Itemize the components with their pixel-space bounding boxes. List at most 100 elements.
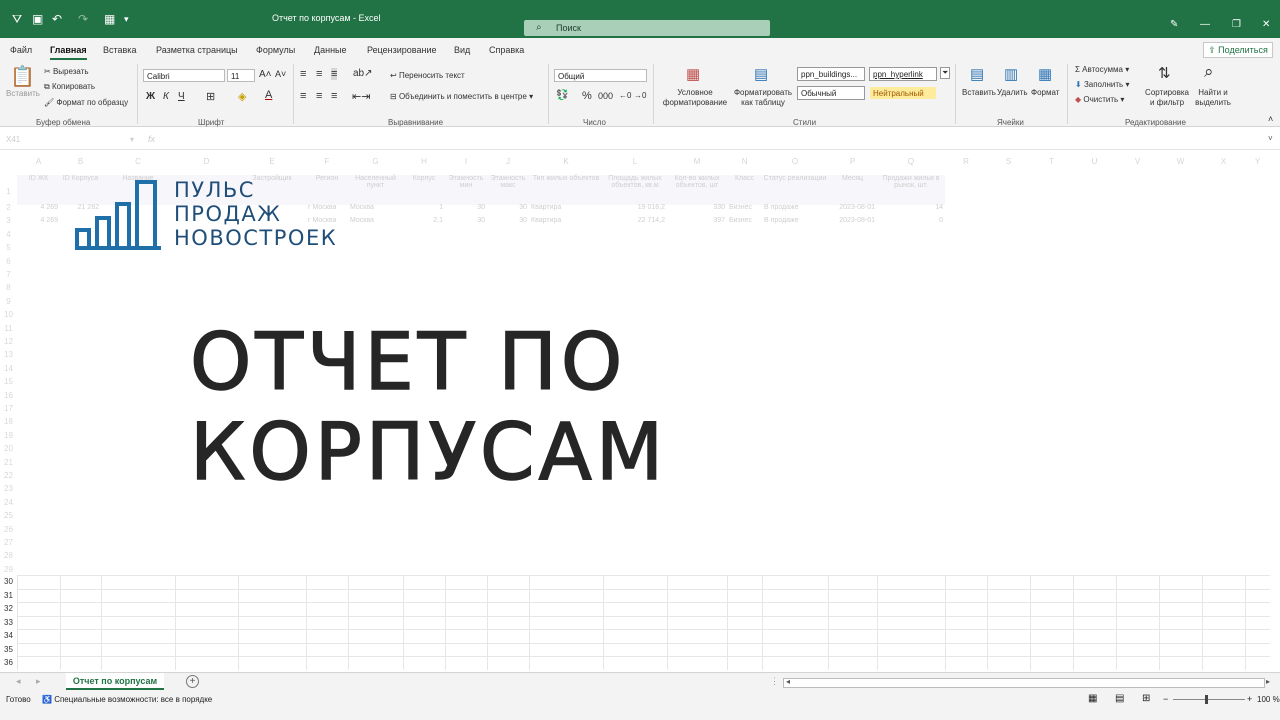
tab-insert[interactable]: Вставка [103, 45, 136, 55]
add-sheet-button[interactable]: + [186, 675, 199, 688]
style-ppn-buildings[interactable]: ppn_buildings... [797, 67, 865, 81]
autosum-button[interactable]: Σ Автосумма ▾ [1075, 65, 1129, 74]
search-box[interactable]: ⌕ Поиск [524, 20, 770, 36]
font-size-select[interactable]: 11 [227, 69, 255, 82]
zoom-slider[interactable] [1173, 699, 1245, 700]
table-cell[interactable]: 22 714,2 [605, 217, 665, 224]
column-header[interactable]: Y [1245, 155, 1270, 169]
style-neutral[interactable]: Нейтральный [869, 86, 937, 100]
align-top-icon[interactable]: ≡ [300, 68, 306, 80]
column-header[interactable]: H [403, 155, 445, 169]
tab-split-handle-icon[interactable]: ⋮ [770, 676, 779, 687]
format-as-table-button[interactable]: Форматировать как таблицу [732, 88, 794, 108]
minimize-button[interactable]: — [1200, 19, 1210, 30]
paste-button[interactable]: Вставить [6, 89, 40, 98]
row-header[interactable]: 11 [0, 324, 17, 333]
merge-center-button[interactable]: ⊟ Объединить и поместить в центре ▾ [390, 92, 533, 101]
row-header[interactable]: 31 [0, 591, 17, 600]
row-header[interactable]: 29 [0, 565, 17, 574]
column-header[interactable]: U [1073, 155, 1116, 169]
header-cell[interactable]: Корпус [403, 175, 445, 205]
row-header[interactable]: 13 [0, 350, 17, 359]
currency-icon[interactable]: 💱 [556, 90, 568, 101]
row-header[interactable]: 12 [0, 337, 17, 346]
column-header[interactable]: V [1116, 155, 1159, 169]
tab-page-layout[interactable]: Разметка страницы [156, 45, 238, 55]
borders-icon[interactable]: ⊞ [206, 90, 215, 103]
sort-filter-button[interactable]: Сортировка и фильтр [1142, 88, 1192, 108]
table-cell[interactable]: 4 269 [19, 217, 58, 224]
header-cell[interactable]: Класс [727, 175, 762, 205]
italic-button[interactable]: К [163, 91, 169, 102]
table-cell[interactable]: Квартира [531, 204, 601, 211]
indent-icon[interactable]: ⇤⇥ [352, 90, 370, 103]
column-header[interactable]: C [101, 155, 175, 169]
column-header[interactable]: J [487, 155, 529, 169]
column-header[interactable]: M [667, 155, 727, 169]
table-cell[interactable]: 2.1 [405, 217, 443, 224]
row-header[interactable]: 2 [0, 203, 17, 212]
table-cell[interactable]: Квартира [531, 217, 601, 224]
zoom-level[interactable]: 100 % [1257, 695, 1280, 704]
style-normal[interactable]: Обычный [797, 86, 865, 100]
tab-help[interactable]: Справка [489, 45, 524, 55]
table-cell[interactable]: 30 [447, 217, 485, 224]
undo-icon[interactable]: ↶ [52, 12, 62, 26]
row-header[interactable]: 24 [0, 498, 17, 507]
table-cell[interactable]: 1 [405, 204, 443, 211]
align-right-icon[interactable]: ≡ [331, 90, 337, 102]
style-ppn-hyperlink[interactable]: ppn_hyperlink [869, 67, 937, 81]
row-header[interactable]: 18 [0, 417, 17, 426]
column-header[interactable]: K [529, 155, 603, 169]
row-header[interactable]: 5 [0, 243, 17, 252]
row-header[interactable]: 33 [0, 618, 17, 627]
tab-review[interactable]: Рецензирование [367, 45, 437, 55]
table-cell[interactable]: 14 [879, 204, 943, 211]
row-header[interactable]: 28 [0, 551, 17, 560]
styles-more-icon[interactable]: ⏷ [940, 67, 951, 79]
header-cell[interactable]: Кол-во жилых объектов, шт [667, 175, 727, 205]
scroll-left-icon[interactable]: ◂ [786, 677, 790, 686]
insert-cells-button[interactable]: Вставить [962, 88, 996, 97]
increase-decimal-icon[interactable]: ←0 [619, 91, 631, 100]
table-cell[interactable]: В продаже [764, 204, 826, 211]
row-header[interactable]: 10 [0, 310, 17, 319]
column-header[interactable]: R [945, 155, 987, 169]
table-cell[interactable]: Бизнес [729, 204, 760, 211]
align-left-icon[interactable]: ≡ [300, 90, 306, 102]
table-cell[interactable]: 30 [447, 204, 485, 211]
row-header[interactable]: 21 [0, 458, 17, 467]
column-header[interactable]: X [1202, 155, 1245, 169]
column-header[interactable]: F [306, 155, 348, 169]
header-cell[interactable]: Тип жилых объектов [529, 175, 603, 205]
row-header[interactable]: 6 [0, 257, 17, 266]
insert-cells-icon[interactable]: ▤ [970, 65, 984, 83]
row-header[interactable]: 19 [0, 431, 17, 440]
zoom-out-icon[interactable]: − [1163, 694, 1168, 704]
filter-icon[interactable]: ⛛ [12, 12, 22, 26]
format-as-table-icon[interactable]: ▤ [754, 65, 768, 83]
header-cell[interactable]: Продажи жилья в рынок, шт. [877, 175, 945, 205]
accessibility-status[interactable]: ♿ Специальные возможности: все в порядке [42, 695, 212, 704]
name-box-dropdown-icon[interactable]: ▾ [130, 135, 134, 144]
format-cells-icon[interactable]: ▦ [1038, 65, 1052, 83]
row-header[interactable]: 4 [0, 230, 17, 239]
row-header[interactable]: 3 [0, 216, 17, 225]
row-header[interactable]: 23 [0, 484, 17, 493]
row-header[interactable]: 8 [0, 283, 17, 292]
table-cell[interactable]: 19 016,2 [605, 204, 665, 211]
tab-formulas[interactable]: Формулы [256, 45, 295, 55]
prev-sheet-icon[interactable]: ◂ [16, 676, 21, 687]
table-cell[interactable]: 30 [489, 204, 527, 211]
column-header[interactable]: B [60, 155, 101, 169]
scroll-right-icon[interactable]: ▸ [1266, 677, 1270, 686]
row-header[interactable]: 32 [0, 604, 17, 613]
header-cell[interactable]: Этажность макс [487, 175, 529, 205]
row-header[interactable]: 20 [0, 444, 17, 453]
wrap-text-button[interactable]: ↩ Переносить текст [390, 71, 465, 80]
column-header[interactable]: W [1159, 155, 1202, 169]
row-header[interactable]: 30 [0, 577, 17, 586]
horizontal-scrollbar[interactable] [783, 678, 1265, 688]
header-cell[interactable]: Месяц [828, 175, 877, 205]
page-layout-view-icon[interactable]: ▤ [1115, 693, 1124, 704]
